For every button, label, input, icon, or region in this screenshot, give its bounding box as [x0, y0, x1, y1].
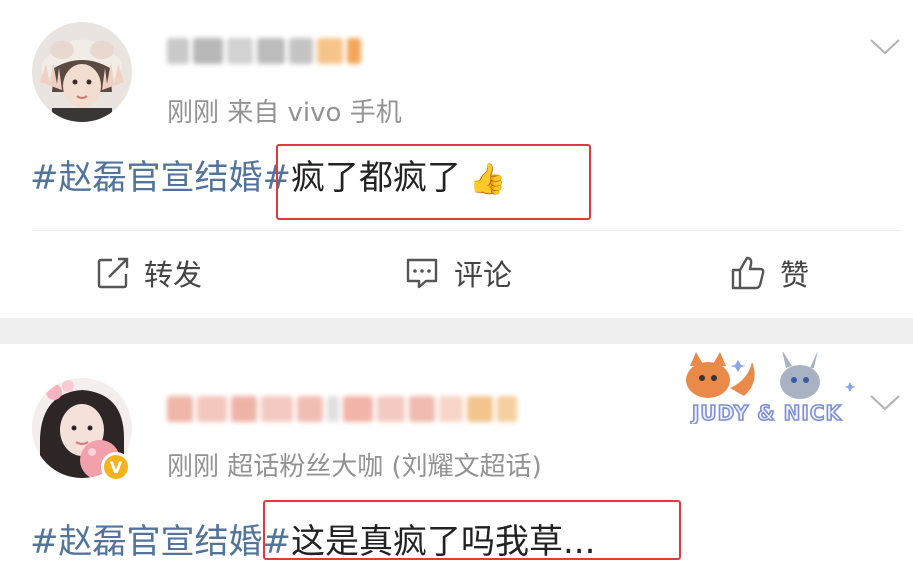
topic-link[interactable]: #赵磊官宣结婚#	[30, 522, 291, 562]
like-label: 赞	[780, 258, 810, 292]
post-card-2: V 刚刚 超话粉丝大咖 (刘耀文超话) JUDY & NICK #赵磊官宣结婚#…	[0, 344, 913, 582]
post-card-1: 刚刚 来自 vivo 手机 #赵磊官宣结婚#疯了都疯了 👍 转发 评论 赞	[0, 0, 913, 318]
thumbs-up-icon	[731, 256, 765, 290]
user-avatar[interactable]	[32, 22, 132, 122]
share-icon	[97, 257, 129, 289]
highlight-box	[263, 500, 681, 560]
judy-nick-sticker: JUDY & NICK	[686, 352, 856, 424]
topic-link[interactable]: #赵磊官宣结婚#	[30, 158, 291, 198]
comment-label: 评论	[454, 258, 513, 292]
repost-label: 转发	[144, 258, 203, 292]
repost-button[interactable]: 转发	[96, 250, 202, 296]
comment-button[interactable]: 评论	[404, 250, 512, 296]
sticker-text: JUDY & NICK	[690, 401, 843, 424]
highlight-box	[276, 144, 591, 220]
comment-icon	[406, 258, 438, 289]
like-button[interactable]: 赞	[730, 250, 809, 296]
username-blurred[interactable]	[167, 38, 361, 64]
chevron-down-icon[interactable]	[868, 36, 902, 58]
chevron-down-icon[interactable]	[868, 392, 902, 414]
username-blurred[interactable]	[167, 396, 517, 422]
post-meta: 刚刚 超话粉丝大咖 (刘耀文超话)	[167, 452, 542, 482]
feed-separator	[0, 318, 913, 344]
divider	[32, 230, 902, 231]
verified-badge: V	[101, 452, 131, 482]
post-meta: 刚刚 来自 vivo 手机	[167, 98, 402, 128]
